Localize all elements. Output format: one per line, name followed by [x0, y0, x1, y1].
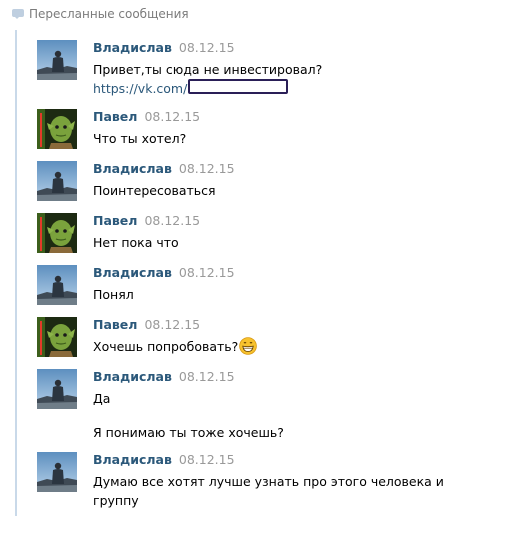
message-bubble-icon [12, 9, 24, 19]
vladislav-avatar[interactable] [37, 265, 77, 305]
forward-indicator-line [15, 30, 17, 516]
forwarded-messages-header: Пересланные сообщения [12, 5, 189, 23]
vladislav-avatar[interactable] [37, 40, 77, 80]
vladislav-avatar[interactable] [37, 369, 77, 409]
author-name[interactable]: Павел [93, 317, 137, 332]
forwarded-messages-title: Пересланные сообщения [29, 7, 189, 21]
pavel-avatar[interactable] [37, 109, 77, 149]
pavel-avatar[interactable] [37, 317, 77, 357]
author-name[interactable]: Владислав [93, 265, 172, 280]
message-date: 08.12.15 [144, 317, 201, 332]
vk-link[interactable]: https://vk.com/ [93, 81, 187, 96]
author-name[interactable]: Владислав [93, 40, 172, 55]
message-text: Привет,ты сюда не инвестировал? [93, 62, 323, 77]
message-date: 08.12.15 [178, 452, 235, 467]
vladislav-avatar[interactable] [37, 161, 77, 201]
author-name[interactable]: Павел [93, 109, 137, 124]
message-text: Что ты хотел? [93, 131, 187, 146]
message-text: группу [93, 493, 139, 508]
grinning-face-emoji-icon [239, 337, 258, 355]
pavel-avatar[interactable] [37, 213, 77, 253]
redacted-link-box [188, 79, 289, 94]
author-name[interactable]: Владислав [93, 161, 172, 176]
message-date: 08.12.15 [144, 109, 201, 124]
message-text: Думаю все хотят лучше узнать про этого ч… [93, 474, 444, 489]
message-date: 08.12.15 [144, 213, 201, 228]
message-text: Понял [93, 287, 134, 302]
message-text: Хочешь попробовать? [93, 339, 239, 354]
message-text: Да [93, 391, 111, 406]
author-name[interactable]: Павел [93, 213, 137, 228]
message-date: 08.12.15 [178, 369, 235, 384]
message-date: 08.12.15 [178, 161, 235, 176]
message-continuation-text: Я понимаю ты тоже хочешь? [93, 425, 284, 440]
vladislav-avatar[interactable] [37, 452, 77, 492]
message-text: Нет пока что [93, 235, 179, 250]
message-text: Поинтересоваться [93, 183, 216, 198]
message-date: 08.12.15 [178, 265, 235, 280]
message-date: 08.12.15 [178, 40, 235, 55]
author-name[interactable]: Владислав [93, 452, 172, 467]
author-name[interactable]: Владислав [93, 369, 172, 384]
